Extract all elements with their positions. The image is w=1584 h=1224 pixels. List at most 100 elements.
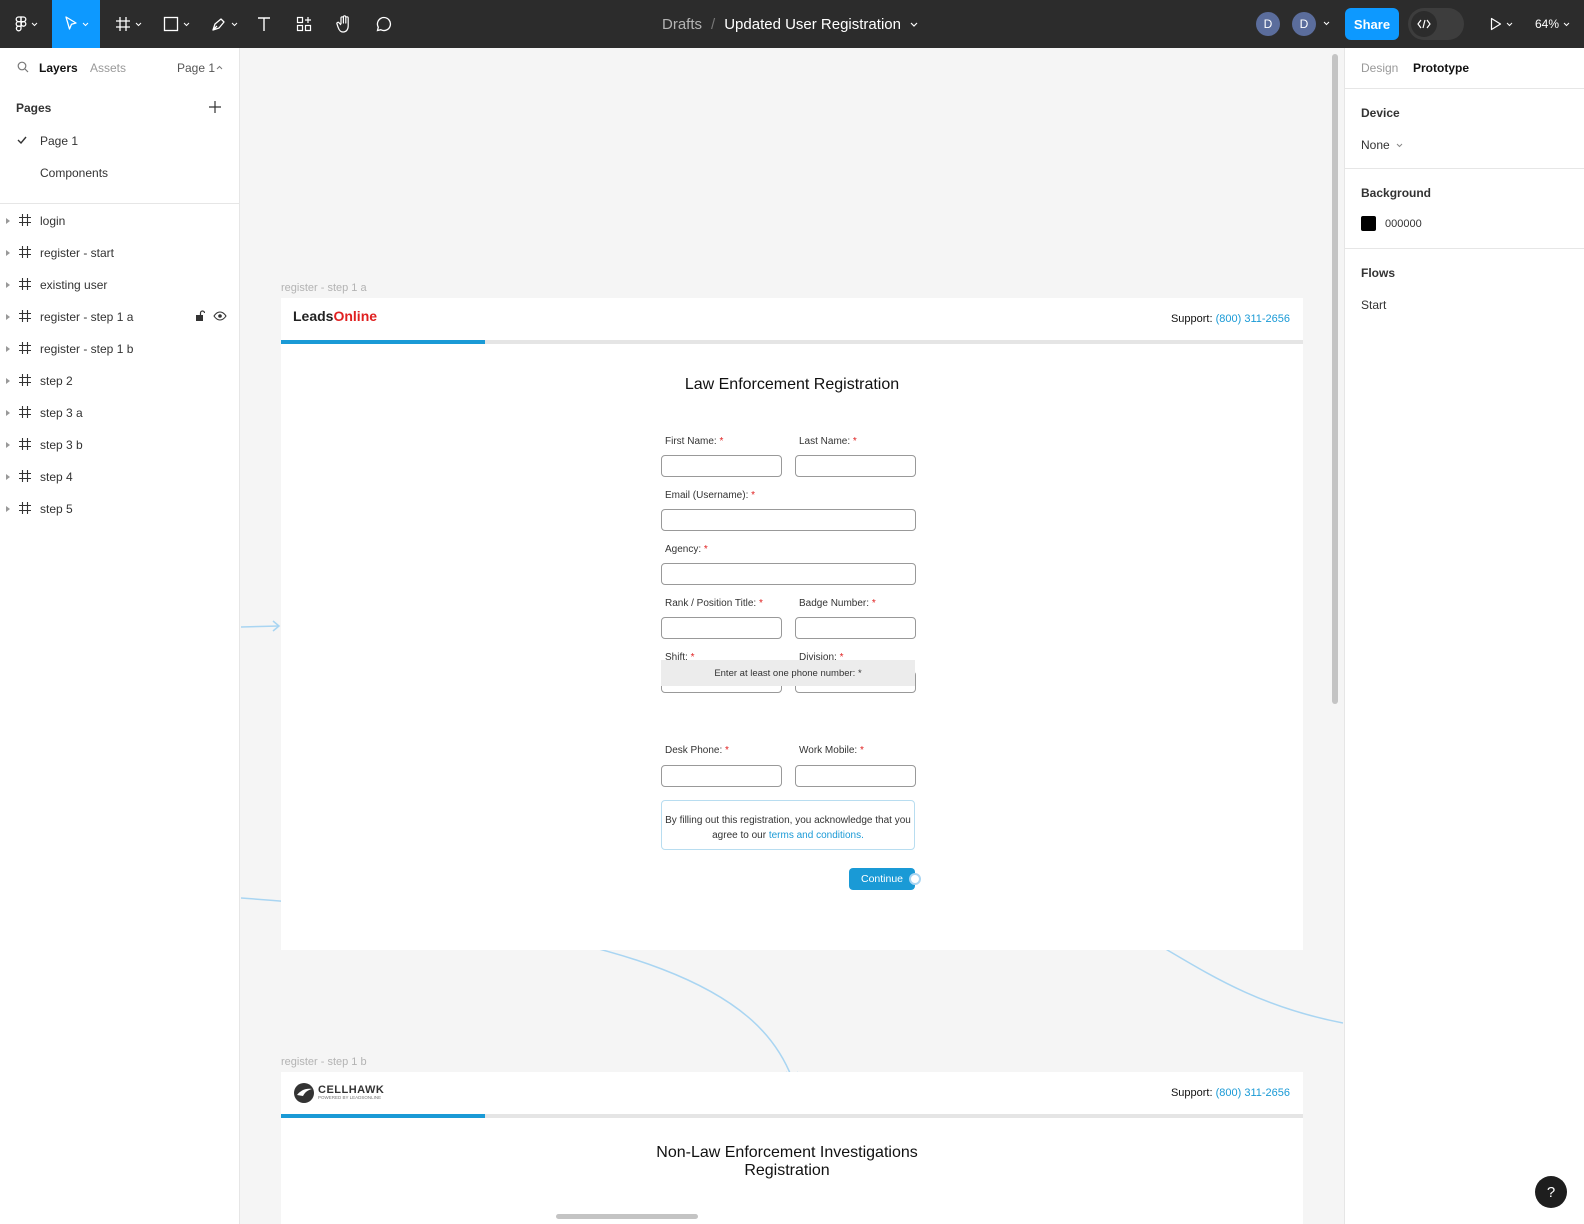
frame-icon [19,470,31,482]
leadsonline-logo: LeadsOnline [293,308,377,324]
page-selector[interactable]: Page 1 [177,61,215,75]
layer-item[interactable]: register - step 1 b [0,333,240,365]
frame-label[interactable]: register - step 1 b [281,1056,367,1068]
frame-icon [19,502,31,514]
layer-item[interactable]: existing user [0,269,240,301]
chevron-up-icon[interactable] [216,65,223,70]
tab-prototype[interactable]: Prototype [1413,61,1469,75]
breadcrumb-drafts[interactable]: Drafts [662,16,702,33]
device-select[interactable]: None [1361,138,1390,152]
chevron-down-icon[interactable] [1323,21,1330,26]
tab-design[interactable]: Design [1361,61,1398,75]
work-mobile-field[interactable] [795,765,916,787]
tab-layers[interactable]: Layers [39,61,78,75]
expand-arrow-icon[interactable] [6,410,10,416]
expand-arrow-icon[interactable] [6,474,10,480]
last-name-field[interactable] [795,455,916,477]
tab-assets[interactable]: Assets [90,61,126,75]
pen-tool-button[interactable] [206,0,242,48]
layer-name: step 4 [40,470,73,484]
rank-label: Rank / Position Title: * [665,598,763,609]
page-item-page-1[interactable]: Page 1 [40,134,78,148]
left-panel-tabs: Layers Assets Page 1 [0,48,240,88]
layer-item[interactable]: register - start [0,237,240,269]
expand-arrow-icon[interactable] [6,218,10,224]
chevron-down-icon[interactable] [910,22,918,27]
expand-arrow-icon[interactable] [6,506,10,512]
expand-arrow-icon[interactable] [6,346,10,352]
add-page-icon[interactable] [209,101,221,113]
resources-button[interactable] [292,0,316,48]
frame-register-step-1b[interactable]: CELLHAWK POWERED BY LEADSONLINE Support:… [281,1072,1303,1224]
progress-fill [281,340,486,344]
layer-item[interactable]: step 4 [0,461,240,493]
email-field[interactable] [661,509,916,531]
file-title[interactable]: Drafts / Updated User Registration [640,0,940,48]
checkmark-icon [17,136,27,144]
rank-field[interactable] [661,617,782,639]
terms-link[interactable]: terms and conditions. [769,830,864,841]
frame-label[interactable]: register - step 1 a [281,282,367,294]
continue-button[interactable]: Continue [849,868,915,890]
flow-item-start[interactable]: Start [1361,298,1386,312]
main-menu-button[interactable] [8,0,44,48]
layer-name: step 3 a [40,406,83,420]
expand-arrow-icon[interactable] [6,282,10,288]
badge-label: Badge Number: * [799,598,876,609]
unlock-icon[interactable] [195,310,205,322]
badge-number-field[interactable] [795,617,916,639]
present-button[interactable] [1486,0,1516,48]
frame-register-step-1a[interactable]: LeadsOnline Support: (800) 311-2656 Law … [281,298,1303,950]
right-panel-tabs: Design Prototype [1345,48,1584,89]
flows-section: Flows Start [1345,249,1584,329]
connection-handle[interactable] [909,873,921,885]
file-name[interactable]: Updated User Registration [724,16,901,33]
layer-item[interactable]: login [0,205,240,237]
required-mark: * [871,598,876,609]
expand-arrow-icon[interactable] [6,250,10,256]
cellhawk-logo: CELLHAWK POWERED BY LEADSONLINE [293,1082,384,1104]
search-icon[interactable] [17,61,29,73]
form-title-line: Registration [744,1162,830,1179]
required-mark: * [859,745,864,756]
support-phone-link[interactable]: (800) 311-2656 [1216,313,1290,325]
agency-field[interactable] [661,563,916,585]
expand-arrow-icon[interactable] [6,378,10,384]
share-button[interactable]: Share [1345,8,1399,40]
chevron-down-icon[interactable] [1396,143,1403,148]
layer-item[interactable]: step 2 [0,365,240,397]
expand-arrow-icon[interactable] [6,314,10,320]
color-swatch[interactable] [1361,216,1376,231]
background-hex[interactable]: 000000 [1385,218,1422,230]
hand-tool-button[interactable] [332,0,356,48]
text-tool-button[interactable] [252,0,276,48]
vertical-scrollbar[interactable] [1332,54,1338,704]
support-phone-link[interactable]: (800) 311-2656 [1216,1087,1290,1099]
last-name-label: Last Name: * [799,436,857,447]
move-tool-button[interactable] [52,0,100,48]
avatar[interactable]: D [1292,12,1316,36]
play-icon [1490,17,1501,31]
canvas[interactable]: register - step 1 a LeadsOnline Support:… [241,48,1343,1224]
layer-item[interactable]: register - step 1 a [0,301,240,333]
first-name-field[interactable] [661,455,782,477]
expand-arrow-icon[interactable] [6,442,10,448]
progress-fill [281,1114,486,1118]
comment-tool-button[interactable] [372,0,396,48]
frame-tool-button[interactable] [110,0,146,48]
layer-item[interactable]: step 3 a [0,397,240,429]
avatar[interactable]: D [1256,12,1280,36]
eye-icon[interactable] [213,311,227,321]
email-label: Email (Username): * [665,490,755,501]
shape-tool-button[interactable] [158,0,194,48]
horizontal-scrollbar[interactable] [556,1214,698,1219]
help-button[interactable]: ? [1535,1176,1567,1208]
layer-item[interactable]: step 5 [0,493,240,525]
page-item-components[interactable]: Components [40,166,108,180]
resources-icon [296,16,312,32]
dev-mode-toggle[interactable] [1408,8,1464,40]
zoom-menu[interactable]: 64% [1535,0,1570,48]
desk-phone-field[interactable] [661,765,782,787]
layer-item[interactable]: step 3 b [0,429,240,461]
logo-text: Leads [293,308,334,324]
